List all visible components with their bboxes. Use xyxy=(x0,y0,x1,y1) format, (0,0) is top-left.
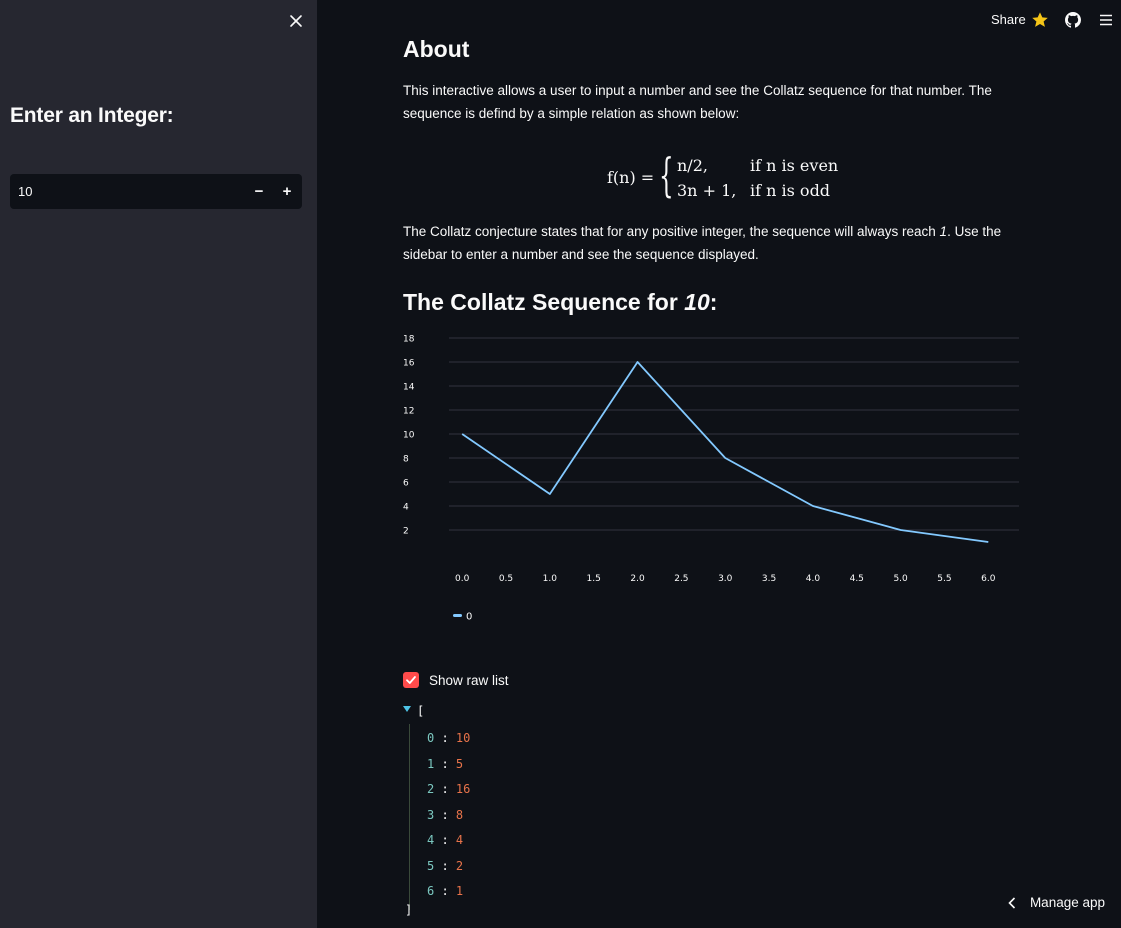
json-open-bracket: [ xyxy=(417,704,425,718)
x-tick-label: 1.0 xyxy=(543,574,558,584)
json-colon: : xyxy=(434,884,456,898)
x-tick-label: 0.5 xyxy=(499,574,513,584)
json-list-item: 0 : 10 xyxy=(427,731,470,745)
intro-line-2: sequence is defind by a simple relation … xyxy=(403,106,740,121)
main-content: Share About This interactive allows a us… xyxy=(317,0,1121,928)
formula-lhs: f(n) = xyxy=(607,168,655,187)
json-colon: : xyxy=(434,756,456,771)
chevron-left-icon xyxy=(1008,896,1016,909)
decrement-button[interactable]: − xyxy=(245,174,273,209)
json-indent-rail xyxy=(409,724,410,910)
json-list-item: 6 : 1 xyxy=(427,884,463,898)
sequence-heading: The Collatz Sequence for 10: xyxy=(403,289,717,316)
json-value: 1 xyxy=(455,884,464,898)
x-tick-label: 5.0 xyxy=(893,574,908,584)
json-list-item: 3 : 8 xyxy=(427,808,463,822)
sidebar-title: Enter an Integer: xyxy=(10,104,174,127)
series-line xyxy=(461,361,989,543)
formula-even-cond: if n is even xyxy=(750,156,839,175)
x-tick-label: 2.0 xyxy=(630,574,645,584)
json-value: 16 xyxy=(455,782,471,796)
json-value: 8 xyxy=(455,807,464,822)
x-tick-label: 5.5 xyxy=(937,574,951,584)
increment-button[interactable]: + xyxy=(273,174,301,209)
sequence-heading-suffix: : xyxy=(709,289,718,315)
json-colon: : xyxy=(434,782,456,796)
conjecture-emphasis: 1 xyxy=(939,224,948,239)
json-value: 5 xyxy=(455,756,464,771)
manage-app-button[interactable]: Manage app xyxy=(1008,895,1105,910)
json-list-item: 5 : 2 xyxy=(427,859,463,873)
formula-even-expr: n/2, xyxy=(677,156,708,175)
legend-label: 0 xyxy=(466,612,472,623)
y-tick-label: 16 xyxy=(403,359,415,369)
sequence-heading-number: 10 xyxy=(684,289,710,315)
github-icon[interactable] xyxy=(1065,12,1081,28)
json-list-item: 4 : 4 xyxy=(427,833,463,847)
y-tick-label: 6 xyxy=(403,479,409,489)
collatz-line-chart[interactable]: 2 4 6 8 10 12 14 16 18 0.0 0.5 1.0 1.5 2.0 2.5 3.0 3.5 4.… xyxy=(399,330,1039,630)
x-tick-label: 6.0 xyxy=(981,574,996,584)
json-close-bracket: ] xyxy=(405,903,413,917)
chart-svg[interactable]: 2 4 6 8 10 12 14 16 18 0.0 0.5 1.0 1.5 2.0 2.5 3.0 3.5 4.… xyxy=(399,330,1039,630)
close-sidebar-button[interactable] xyxy=(286,11,306,31)
x-tick-label: 3.5 xyxy=(762,574,776,584)
formula-brace: { xyxy=(659,148,674,202)
sequence-heading-prefix: The Collatz Sequence for xyxy=(403,289,685,315)
conjecture-text-a: The Collatz conjecture states that for a… xyxy=(403,224,940,239)
conjecture-line-1: The Collatz conjecture states that for a… xyxy=(403,220,1003,243)
json-value: 2 xyxy=(455,858,464,873)
formula-odd-expr: 3n + 1, xyxy=(677,181,737,200)
share-button[interactable]: Share xyxy=(991,12,1026,27)
json-colon: : xyxy=(434,833,456,847)
collatz-formula: f(n) = { n/2, if n is even 3n + 1, if n … xyxy=(607,150,847,210)
y-tick-label: 8 xyxy=(403,455,409,465)
star-icon[interactable] xyxy=(1031,11,1049,29)
y-tick-label: 12 xyxy=(403,407,414,417)
y-tick-label: 2 xyxy=(403,527,409,537)
y-tick-label: 14 xyxy=(403,383,415,393)
x-tick-label: 4.0 xyxy=(806,574,821,584)
conjecture-text-b: . Use the xyxy=(947,224,1002,239)
json-colon: : xyxy=(434,807,456,822)
integer-input-value[interactable]: 10 xyxy=(18,184,32,199)
integer-input[interactable]: 10 − + xyxy=(10,174,302,209)
show-raw-list-checkbox[interactable]: Show raw list xyxy=(403,670,509,690)
intro-paragraph: This interactive allows a user to input … xyxy=(403,79,1003,125)
checkbox-box[interactable] xyxy=(403,672,419,688)
json-value: 10 xyxy=(455,731,471,745)
formula-odd-cond: if n is odd xyxy=(750,181,831,200)
intro-line-1: This interactive allows a user to input … xyxy=(403,83,992,98)
y-tick-label: 4 xyxy=(403,503,409,513)
json-list-item: 2 : 16 xyxy=(427,782,470,796)
json-value: 4 xyxy=(455,833,464,847)
x-tick-label: 2.5 xyxy=(674,574,688,584)
y-tick-label: 10 xyxy=(403,431,415,441)
x-tick-label: 3.0 xyxy=(718,574,733,584)
conjecture-line-2: sidebar to enter a number and see the se… xyxy=(403,247,759,262)
x-tick-label: 1.5 xyxy=(587,574,601,584)
about-heading: About xyxy=(403,36,470,62)
x-tick-label: 0.0 xyxy=(455,574,470,584)
top-toolbar: Share xyxy=(921,0,1121,40)
conjecture-paragraph: The Collatz conjecture states that for a… xyxy=(403,220,1003,266)
collapse-caret-icon[interactable] xyxy=(403,706,411,712)
legend-swatch xyxy=(453,614,462,617)
json-list-item: 1 : 5 xyxy=(427,757,463,771)
y-tick-label: 18 xyxy=(403,335,415,345)
sidebar: Enter an Integer: 10 − + xyxy=(0,0,317,928)
json-colon: : xyxy=(434,858,456,873)
manage-app-label: Manage app xyxy=(1029,895,1105,910)
json-colon: : xyxy=(434,731,456,745)
checkbox-label: Show raw list xyxy=(429,672,509,688)
check-icon xyxy=(406,676,416,684)
close-icon xyxy=(290,15,302,27)
x-tick-label: 4.5 xyxy=(850,574,864,584)
hamburger-menu-icon[interactable] xyxy=(1098,12,1114,28)
